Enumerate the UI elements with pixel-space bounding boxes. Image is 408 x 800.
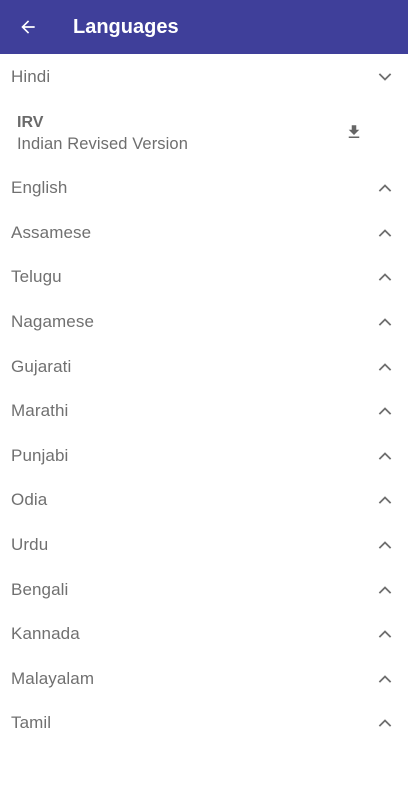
language-name: Tamil [11,713,52,733]
language-item-bengali[interactable]: Bengali [0,567,408,612]
chevron-up-icon [378,716,392,730]
language-item-odia[interactable]: Odia [0,478,408,523]
chevron-up-icon [378,181,392,195]
language-item-assamese[interactable]: Assamese [0,211,408,256]
version-text: IRV Indian Revised Version [17,113,188,155]
version-code: IRV [17,114,44,131]
chevron-down-icon [378,70,392,84]
language-item-tamil[interactable]: Tamil [0,701,408,746]
language-item-nagamese[interactable]: Nagamese [0,300,408,345]
language-name: Assamese [11,222,92,242]
collapsed-languages: English Assamese Telugu Nagamese Gujarati Mar… [0,166,408,746]
language-list: Hindi IRV Indian Revised Version English… [0,54,408,746]
chevron-up-icon [378,538,392,552]
language-name: Gujarati [11,356,72,376]
language-name: Urdu [11,535,49,555]
language-name: Marathi [11,401,69,421]
chevron-up-icon [378,226,392,240]
language-item-english[interactable]: English [0,166,408,211]
language-item-telugu[interactable]: Telugu [0,255,408,300]
download-icon [348,125,360,138]
arrow-left-icon [21,20,35,34]
language-item-marathi[interactable]: Marathi [0,389,408,434]
language-item-kannada[interactable]: Kannada [0,612,408,657]
version-item-irv[interactable]: IRV Indian Revised Version [0,100,408,166]
chevron-up-icon [378,493,392,507]
chevron-up-icon [378,627,392,641]
chevron-up-icon [378,672,392,686]
language-name: Kannada [11,624,80,644]
language-name: English [11,178,68,198]
language-item-hindi[interactable]: Hindi [0,54,408,100]
language-item-punjabi[interactable]: Punjabi [0,434,408,479]
language-name: Malayalam [11,668,95,688]
chevron-up-icon [378,360,392,374]
language-item-urdu[interactable]: Urdu [0,523,408,568]
language-name: Bengali [11,579,69,599]
app-bar: Languages [0,0,408,54]
language-name: Nagamese [11,312,95,332]
version-name: Indian Revised Version [17,135,188,153]
back-button[interactable] [0,0,58,54]
language-item-malayalam[interactable]: Malayalam [0,657,408,702]
page-title: Languages [73,15,179,38]
language-name: Odia [11,490,48,510]
language-item-gujarati[interactable]: Gujarati [0,344,408,389]
chevron-up-icon [378,449,392,463]
chevron-up-icon [378,404,392,418]
download-button[interactable] [339,117,369,147]
chevron-up-icon [378,583,392,597]
language-name: Punjabi [11,445,69,465]
chevron-up-icon [378,315,392,329]
language-name: Hindi [11,67,51,86]
language-name: Telugu [11,267,62,287]
chevron-up-icon [378,270,392,284]
